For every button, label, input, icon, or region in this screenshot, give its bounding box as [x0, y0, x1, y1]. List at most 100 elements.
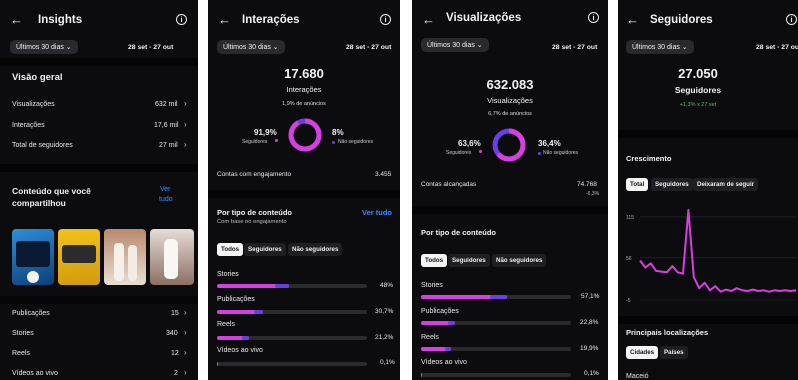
- row-label: Total de seguidores: [12, 142, 73, 149]
- tab-non-followers[interactable]: Não seguidores: [288, 243, 343, 256]
- tab-all[interactable]: Todos: [421, 254, 448, 267]
- total-label: Visualizações: [487, 96, 533, 105]
- info-icon[interactable]: i: [380, 14, 391, 25]
- row-value: 15: [171, 310, 179, 317]
- reached-label: Contas alcançadas: [421, 181, 477, 188]
- bar-fill-non-followers: [253, 310, 264, 314]
- type-value: 30,7%: [375, 308, 394, 315]
- row-label: Stories: [12, 330, 34, 337]
- dot-icon: [538, 152, 541, 155]
- followers-panel: ← Seguidores i Últimos 30 dias ⌄ 28 set …: [618, 0, 798, 380]
- content-thumbnail[interactable]: [150, 229, 194, 285]
- type-label: Reels: [217, 321, 235, 328]
- row-value: 17,6 mil: [154, 122, 179, 129]
- engaged-label: Contas com engajamento: [217, 171, 292, 178]
- see-all-link[interactable]: tudo: [159, 196, 173, 203]
- date-range-chip[interactable]: Últimos 30 dias ⌄: [421, 38, 489, 52]
- content-thumbnail[interactable]: [104, 229, 146, 285]
- type-value: 21,2%: [375, 334, 394, 341]
- row-value: 632 mil: [155, 101, 178, 108]
- bar-fill-non-followers: [444, 347, 451, 351]
- followers-donut: [492, 128, 526, 162]
- followers-pct: 91,9%: [254, 128, 277, 137]
- info-icon[interactable]: i: [588, 12, 599, 23]
- page-title: Insights: [38, 14, 83, 26]
- dot-icon: [479, 150, 482, 153]
- info-icon[interactable]: i: [176, 14, 187, 25]
- divider: [618, 316, 798, 324]
- date-range-chip[interactable]: Últimos 30 dias ⌄: [10, 40, 78, 54]
- divider: [412, 206, 608, 214]
- bar-track: [217, 362, 367, 366]
- back-arrow-icon[interactable]: ←: [10, 12, 23, 27]
- followers-change: +1,3% x 27 set: [679, 102, 717, 108]
- back-arrow-icon[interactable]: ←: [626, 12, 639, 27]
- content-thumbnail[interactable]: [58, 229, 100, 285]
- total-value: 27.050: [678, 66, 718, 81]
- date-range: 28 set - 27 out: [128, 44, 174, 51]
- page-title: Seguidores: [650, 14, 713, 26]
- non-followers-label: Não seguidores: [338, 139, 374, 145]
- growth-title: Crescimento: [626, 154, 672, 163]
- content-thumbnail[interactable]: [12, 229, 54, 285]
- row-value: 27 mil: [159, 142, 178, 149]
- row-label: Vídeos ao vivo: [12, 370, 58, 377]
- row-label: Reels: [12, 350, 30, 357]
- total-label: Interações: [286, 85, 322, 94]
- date-range-chip[interactable]: Últimos 30 dias ⌄: [626, 40, 694, 54]
- insights-panel: ← Insights i Últimos 30 dias ⌄ 28 set - …: [0, 0, 198, 380]
- followers-donut: [288, 118, 322, 152]
- bar-fill-non-followers: [242, 336, 249, 340]
- info-icon[interactable]: i: [786, 14, 797, 25]
- tab-non-followers[interactable]: Não seguidores: [492, 254, 547, 267]
- page-title: Interações: [242, 14, 300, 26]
- by-type-title: Por tipo de conteúdo: [217, 208, 292, 217]
- back-arrow-icon[interactable]: ←: [218, 12, 231, 27]
- interactions-panel: ← Interações i Últimos 30 dias ⌄ 28 set …: [208, 0, 400, 380]
- tab-followers[interactable]: Seguidores: [244, 243, 286, 256]
- ads-note: 6,7% de anúncios: [488, 111, 532, 117]
- type-label: Stories: [421, 282, 443, 289]
- reached-change: -6,3%: [586, 191, 600, 197]
- growth-line: [639, 209, 797, 293]
- followers-label: Seguidores: [446, 150, 472, 156]
- bar-fill-non-followers: [448, 321, 456, 325]
- non-followers-pct: 8%: [332, 128, 344, 137]
- date-range-chip[interactable]: Últimos 30 dias ⌄: [217, 40, 285, 54]
- locations-title: Principais localizações: [626, 328, 709, 337]
- by-type-title: Por tipo de conteúdo: [421, 228, 496, 237]
- row-value: 340: [166, 330, 178, 337]
- dot-icon: [275, 139, 278, 142]
- tab-countries[interactable]: Países: [660, 346, 688, 359]
- tab-cities[interactable]: Cidades: [626, 346, 659, 359]
- see-all-link[interactable]: Ver tudo: [362, 208, 392, 217]
- type-value: 19,9%: [580, 345, 599, 352]
- y-tick-label: 56: [626, 256, 632, 262]
- donut-followers-arc: [288, 118, 322, 152]
- tab-unfollowed[interactable]: Deixaram de seguir: [693, 178, 759, 191]
- type-label: Reels: [421, 334, 439, 341]
- row-label: Interações: [12, 122, 45, 129]
- bar-fill: [421, 373, 422, 377]
- divider: [0, 296, 198, 304]
- back-arrow-icon[interactable]: ←: [422, 12, 435, 27]
- chevron-right-icon: ›: [184, 348, 187, 357]
- tab-all[interactable]: Todos: [217, 243, 244, 256]
- views-panel: ← Visualizações i Últimos 30 dias ⌄ 28 s…: [412, 0, 608, 380]
- tab-total[interactable]: Total: [626, 178, 649, 191]
- tab-followers[interactable]: Seguidores: [651, 178, 693, 191]
- tab-followers[interactable]: Seguidores: [448, 254, 490, 267]
- y-tick-label: -5: [626, 298, 631, 304]
- reached-value: 74.768: [577, 181, 597, 188]
- row-value: 12: [171, 350, 179, 357]
- chevron-right-icon: ›: [184, 368, 187, 377]
- type-value: 48%: [380, 282, 394, 289]
- divider: [618, 130, 798, 138]
- type-label: Stories: [217, 271, 239, 278]
- ads-note: 1,9% de anúncios: [282, 101, 326, 107]
- type-value: 22,8%: [580, 319, 599, 326]
- y-tick-label: 115: [626, 215, 634, 221]
- see-all-link[interactable]: Ver: [160, 186, 171, 193]
- bar-fill-non-followers: [274, 284, 289, 288]
- followers-label: Seguidores: [242, 139, 268, 145]
